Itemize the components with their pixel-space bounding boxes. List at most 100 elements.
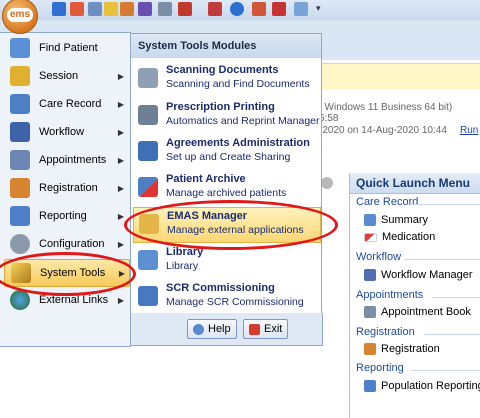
exit-icon (249, 323, 260, 335)
submenu-item-desc: Manage archived patients (166, 187, 287, 199)
reporting-icon (10, 206, 30, 226)
menu-item-label: Registration (39, 182, 98, 194)
menu-item-configuration[interactable]: Configuration ▶ (4, 231, 128, 257)
appointments-icon (10, 150, 30, 170)
patient-archive-icon (138, 177, 158, 197)
ql-section-care-record: Care Record (356, 196, 419, 208)
ql-section-reporting: Reporting (356, 362, 404, 374)
menu-item-reporting[interactable]: Reporting ▶ (4, 203, 128, 229)
home-icon[interactable] (70, 2, 84, 16)
pencil-icon (11, 263, 31, 283)
submenu-arrow-icon: ▶ (117, 295, 124, 305)
submenu-arrow-icon: ▶ (117, 211, 124, 221)
lock-icon (139, 214, 159, 234)
menu-button-bar: Help Exit (130, 313, 323, 346)
medication-icon (364, 232, 377, 242)
key-icon (10, 66, 30, 86)
chart-icon[interactable] (208, 2, 222, 16)
submenu-arrow-icon: ▶ (117, 239, 124, 249)
appointment-book-icon (364, 306, 376, 318)
system-info-line: -2020 on 14-Aug-2020 10:44 (319, 125, 447, 136)
submenu-item-patient-archive[interactable]: Patient Archive Manage archived patients (133, 171, 319, 205)
submenu-arrow-icon: ▶ (117, 183, 124, 193)
notification-bar (300, 63, 480, 90)
ql-item-population-reporting[interactable]: Population Reporting (364, 378, 480, 394)
submenu-arrow-icon: ▶ (117, 99, 124, 109)
submenu-arrow-icon: ▶ (117, 71, 124, 81)
submenu-item-emas-manager[interactable]: EMAS Manager Manage external application… (133, 207, 321, 243)
back-icon[interactable] (52, 2, 66, 16)
menu-item-session[interactable]: Session ▶ (4, 63, 128, 89)
ql-item-label: Summary (381, 214, 429, 226)
ql-item-appointment-book[interactable]: Appointment Book (364, 304, 471, 320)
submenu-item-library[interactable]: Library Library (133, 244, 319, 278)
population-reporting-icon (364, 380, 376, 392)
reports-icon[interactable] (138, 2, 152, 16)
find-patient-icon (10, 38, 30, 58)
application-menu: Find Patient Session ▶ Care Record ▶ Wor… (0, 32, 131, 347)
ql-item-label: Medication (382, 231, 436, 243)
submenu-item-title: Patient Archive (166, 173, 246, 185)
search-icon[interactable] (88, 2, 102, 16)
quick-launch-panel: Quick Launch Menu Care Record Summary Me… (349, 173, 480, 418)
gear-icon[interactable] (321, 177, 333, 189)
menu-item-label: Appointments (39, 154, 107, 166)
edit-icon[interactable] (104, 2, 118, 16)
submenu-item-desc: Set up and Create Sharing (166, 151, 291, 163)
submenu-item-prescription-printing[interactable]: Prescription Printing Automatics and Rep… (133, 99, 320, 133)
workflow-manager-icon (364, 269, 376, 281)
menu-item-label: Workflow (39, 126, 85, 138)
care-record-icon (10, 94, 30, 114)
menu-item-external-links[interactable]: External Links ▶ (4, 287, 128, 313)
menu-item-registration[interactable]: Registration ▶ (4, 175, 128, 201)
logo-text: ems (7, 8, 33, 22)
ql-item-summary[interactable]: Summary (364, 212, 428, 228)
submenu-item-desc: Manage external applications (167, 224, 304, 236)
submenu-item-title: SCR Commissioning (166, 282, 275, 294)
chat-icon[interactable] (294, 2, 308, 16)
dropdown-arrow-icon[interactable]: ▾ (316, 3, 321, 14)
calendar-icon[interactable] (178, 2, 192, 16)
ql-item-label: Population Reporting (381, 380, 480, 392)
section-divider (410, 204, 480, 205)
book-icon (138, 141, 158, 161)
run-link[interactable]: Run (460, 125, 478, 136)
ql-item-medication[interactable]: Medication (364, 229, 435, 245)
menu-item-system-tools[interactable]: System Tools ▶ (4, 259, 130, 287)
info-icon[interactable] (230, 2, 244, 16)
edit2-icon[interactable] (252, 2, 266, 16)
settings-icon[interactable] (158, 2, 172, 16)
menu-item-find-patient[interactable]: Find Patient (4, 35, 128, 61)
library-icon (138, 250, 158, 270)
ql-item-registration[interactable]: Registration (364, 341, 440, 357)
submenu-item-agreements-administration[interactable]: Agreements Administration Set up and Cre… (133, 135, 319, 169)
menu-item-label: Find Patient (39, 42, 98, 54)
menu-item-appointments[interactable]: Appointments ▶ (4, 147, 128, 173)
submenu-item-scanning-documents[interactable]: Scanning Documents Scanning and Find Doc… (133, 62, 319, 96)
menu-item-label: Configuration (39, 238, 105, 250)
check-icon[interactable] (272, 2, 286, 16)
help-icon (193, 323, 204, 335)
submenu-item-title: Scanning Documents (166, 64, 279, 76)
exit-button[interactable]: Exit (243, 319, 289, 339)
submenu-item-desc: Manage SCR Commissioning (166, 296, 304, 308)
ql-section-registration: Registration (356, 326, 415, 338)
section-divider (424, 334, 480, 335)
submenu-item-title: EMAS Manager (167, 210, 248, 222)
menu-item-workflow[interactable]: Workflow ▶ (4, 119, 128, 145)
exit-button-label: Exit (264, 323, 283, 335)
submenu-item-desc: Automatics and Reprint Manager (166, 115, 320, 127)
registration-icon (364, 343, 376, 355)
registration-icon (10, 178, 30, 198)
menu-item-care-record[interactable]: Care Record ▶ (4, 91, 128, 117)
users-icon[interactable] (120, 2, 134, 16)
section-divider (410, 370, 480, 371)
top-toolbar: ems ▾ (0, 0, 480, 34)
workflow-icon (10, 122, 30, 142)
submenu-arrow-icon: ▶ (118, 268, 125, 278)
help-button[interactable]: Help (187, 319, 237, 339)
ql-item-workflow-manager[interactable]: Workflow Manager (364, 267, 473, 283)
quick-launch-title: Quick Launch Menu (350, 173, 480, 194)
submenu-item-scr-commissioning[interactable]: SCR Commissioning Manage SCR Commissioni… (133, 280, 319, 314)
printer-icon (138, 105, 158, 125)
